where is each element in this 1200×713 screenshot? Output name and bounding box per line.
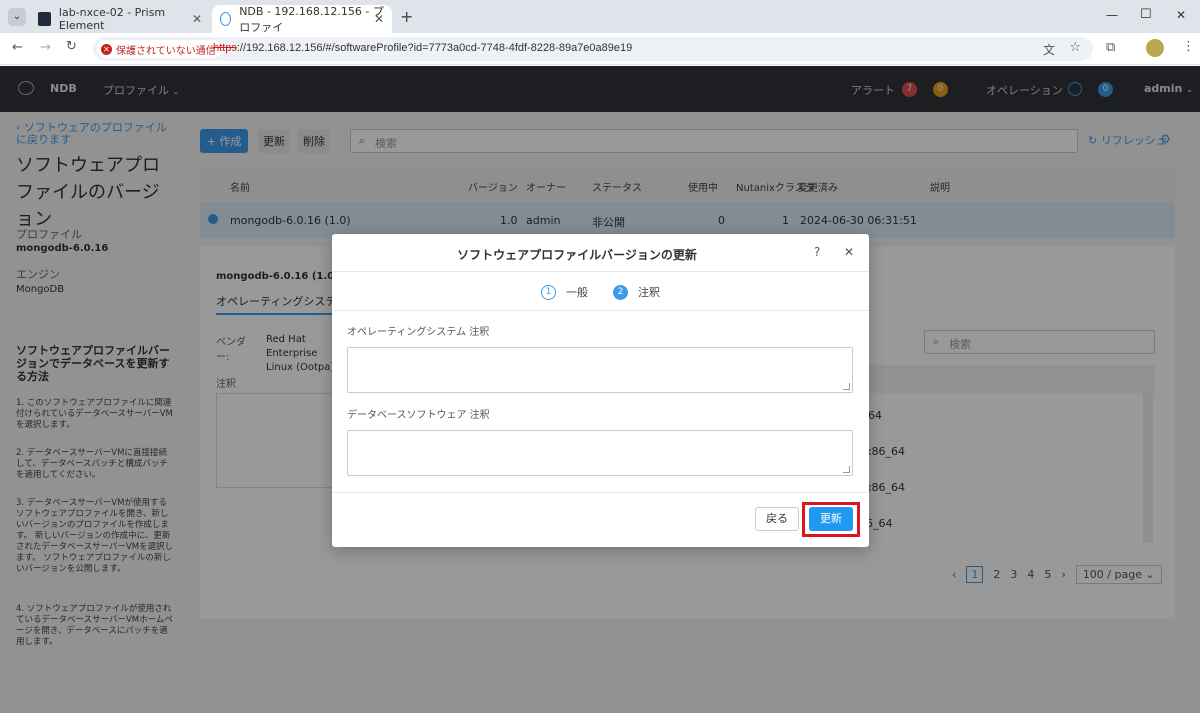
ndb-favicon-icon (220, 12, 232, 26)
tab-title: NDB - 192.168.12.156 - プロファイ (239, 5, 384, 34)
reload-icon[interactable]: ↻ (66, 39, 77, 54)
window-close-button[interactable]: ✕ (1176, 8, 1186, 22)
url-scheme: https (213, 42, 237, 54)
update-submit-button[interactable]: 更新 (809, 507, 853, 531)
update-version-modal: ソフトウェアプロファイルバージョンの更新 ? ✕ 1 一般 2 注釈 オペレーテ… (332, 234, 869, 547)
divider (332, 310, 869, 311)
back-button[interactable]: 戻る (755, 507, 799, 531)
step-label: 注釈 (638, 286, 660, 299)
prism-favicon-icon (38, 12, 51, 26)
forward-icon[interactable]: → (40, 40, 51, 55)
step-number: 2 (613, 284, 628, 300)
security-label: 保護されていない通信 (116, 45, 216, 57)
browser-menu-icon[interactable]: ⋮ (1182, 39, 1195, 54)
bookmark-star-icon[interactable]: ☆ (1069, 40, 1081, 55)
back-icon[interactable]: ← (12, 40, 23, 55)
security-chip[interactable]: ✕ 保護されていない通信 (97, 40, 222, 58)
extensions-icon[interactable]: ⧉ (1106, 40, 1115, 55)
tab-ndb[interactable]: NDB - 192.168.12.156 - プロファイ ✕ (212, 5, 392, 34)
maximize-button[interactable]: ☐ (1140, 7, 1152, 22)
url-text[interactable]: https://192.168.12.156/#/softwareProfile… (213, 42, 632, 54)
profile-avatar[interactable] (1146, 39, 1164, 57)
address-bar: ← → ↻ ✕ 保護されていない通信 https://192.168.12.15… (0, 33, 1200, 65)
minimize-button[interactable]: — (1106, 8, 1118, 22)
os-notes-textarea[interactable] (347, 347, 853, 393)
modal-footer: 戻る 更新 (332, 492, 869, 547)
tab-search-icon[interactable]: ⌄ (8, 8, 26, 26)
translate-icon[interactable]: 文 (1043, 41, 1055, 58)
db-notes-label: データベースソフトウェア 注釈 (347, 410, 490, 421)
step-notes[interactable]: 2 注釈 (613, 284, 660, 300)
modal-header: ソフトウェアプロファイルバージョンの更新 ? ✕ (332, 234, 869, 272)
close-icon[interactable]: ✕ (844, 245, 854, 259)
os-notes-label: オペレーティングシステム 注釈 (347, 327, 490, 338)
url-path: ://192.168.12.156/#/softwareProfile?id=7… (236, 42, 633, 54)
help-icon[interactable]: ? (814, 245, 820, 259)
tab-close-icon[interactable]: ✕ (374, 12, 384, 26)
browser-tab-bar: ⌄ lab-nxce-02 - Prism Element ✕ NDB - 19… (0, 0, 1200, 34)
tab-prism-element[interactable]: lab-nxce-02 - Prism Element ✕ (30, 5, 210, 33)
tab-title: lab-nxce-02 - Prism Element (58, 6, 166, 32)
step-general[interactable]: 1 一般 (541, 284, 588, 300)
step-label: 一般 (566, 286, 588, 299)
warning-icon: ✕ (101, 43, 112, 55)
new-tab-button[interactable]: + (400, 7, 413, 26)
step-number: 1 (541, 284, 556, 300)
omnibox[interactable]: ✕ 保護されていない通信 https://192.168.12.156/#/so… (93, 37, 1093, 61)
tab-close-icon[interactable]: ✕ (192, 12, 202, 26)
modal-title: ソフトウェアプロファイルバージョンの更新 (457, 248, 697, 262)
db-notes-textarea[interactable] (347, 430, 853, 476)
